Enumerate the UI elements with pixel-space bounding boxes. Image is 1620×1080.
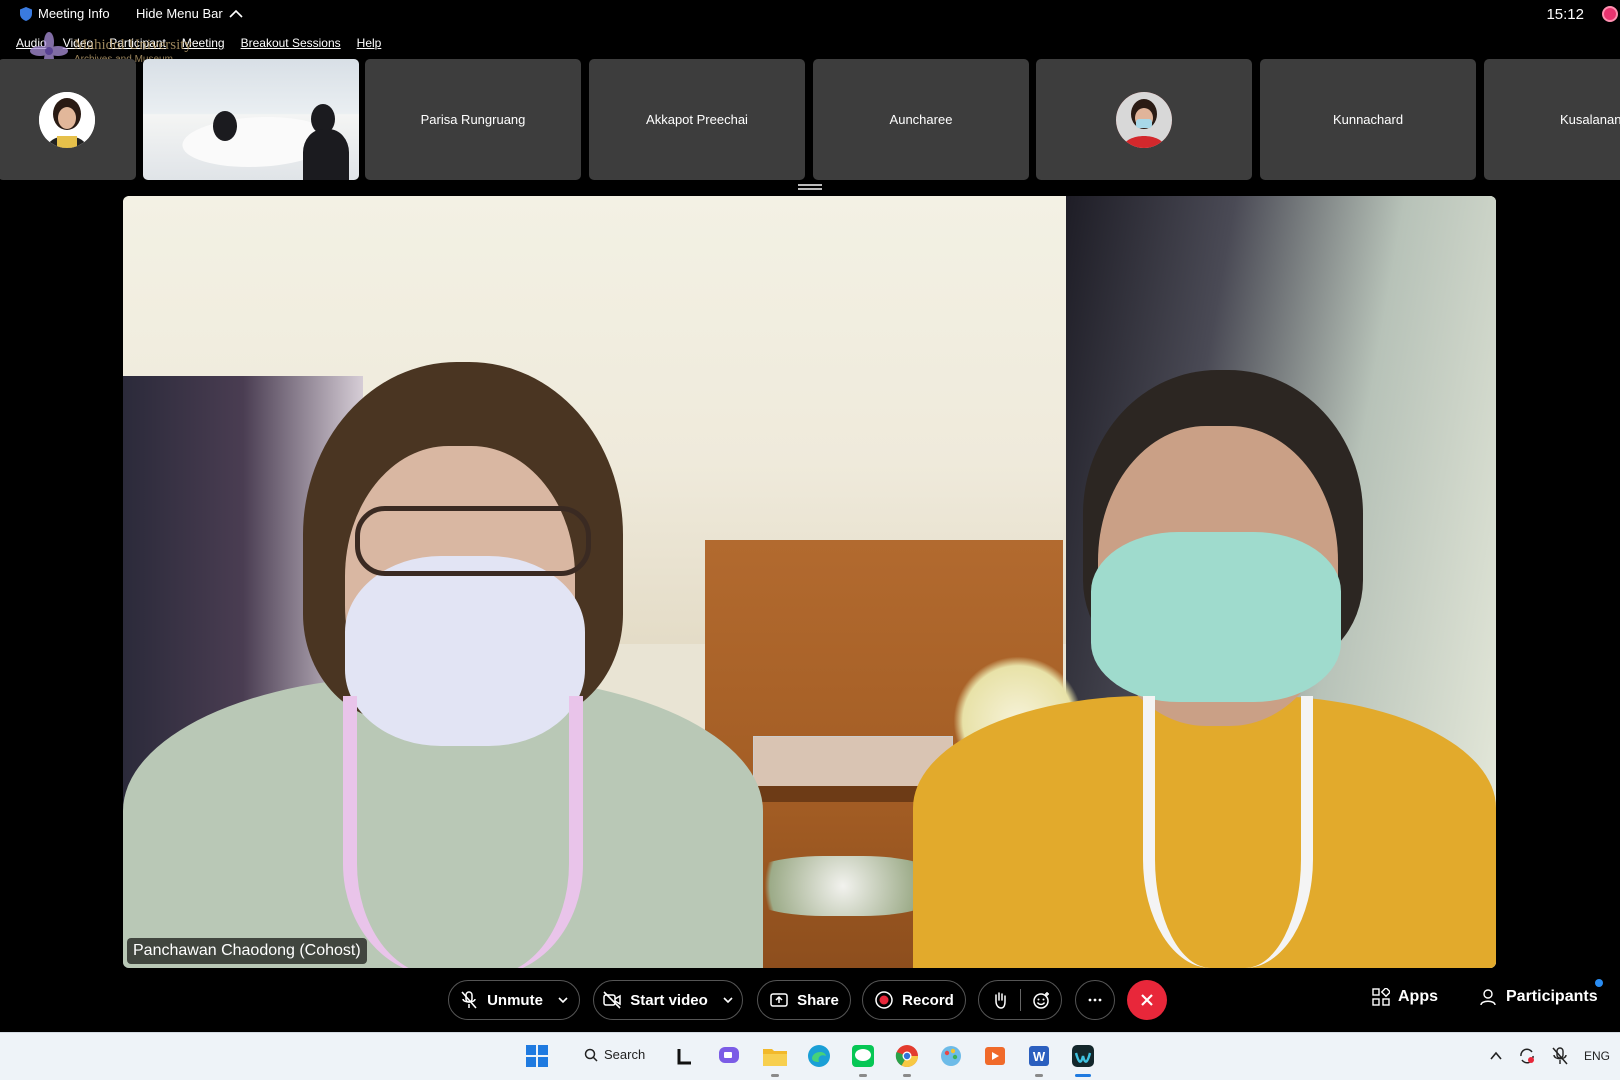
edge-browser-icon[interactable] bbox=[804, 1041, 834, 1071]
unmute-button[interactable]: Unmute bbox=[448, 980, 580, 1020]
participant-name: Auncharee bbox=[889, 112, 953, 127]
shield-icon bbox=[20, 6, 32, 21]
media-player-icon[interactable] bbox=[980, 1041, 1010, 1071]
apps-label: Apps bbox=[1398, 988, 1438, 1005]
top-bar: Meeting Info Hide Menu Bar 15:12 Audio V… bbox=[0, 0, 1620, 70]
participant-strip: Parisa Rungruang Akkapot Preechai Auncha… bbox=[0, 59, 1620, 181]
word-app-icon[interactable]: W bbox=[1024, 1041, 1054, 1077]
windows-taskbar: Search W ENG bbox=[0, 1032, 1620, 1080]
toolbar-divider bbox=[1019, 989, 1021, 1011]
share-screen-icon bbox=[770, 993, 788, 1007]
participant-tile[interactable]: Parisa Rungruang bbox=[365, 59, 581, 180]
apps-grid-icon bbox=[1372, 988, 1390, 1006]
avatar bbox=[1116, 91, 1172, 148]
chevron-down-icon[interactable] bbox=[722, 994, 734, 1006]
record-label: Record bbox=[902, 991, 954, 1009]
room-video-thumbnail bbox=[143, 59, 359, 180]
task-view-icon[interactable] bbox=[670, 1041, 700, 1071]
start-video-label: Start video bbox=[630, 991, 708, 1009]
line-app-icon[interactable] bbox=[848, 1041, 878, 1077]
hide-menu-bar-button[interactable]: Hide Menu Bar bbox=[136, 6, 243, 21]
share-label: Share bbox=[797, 991, 839, 1009]
sync-icon[interactable] bbox=[1518, 1047, 1536, 1065]
participant-tile-self[interactable] bbox=[0, 59, 136, 180]
notification-dot bbox=[1595, 979, 1603, 987]
chevron-down-icon[interactable] bbox=[557, 994, 569, 1006]
unmute-label: Unmute bbox=[487, 991, 543, 1009]
svg-text:W: W bbox=[1033, 1049, 1046, 1064]
watermark-title: Mahidol University bbox=[74, 37, 192, 54]
paint-app-icon[interactable] bbox=[936, 1041, 966, 1071]
participant-name: Kunnachard bbox=[1332, 112, 1404, 127]
participant-tile[interactable]: Akkapot Preechai bbox=[589, 59, 805, 180]
microphone-muted-icon[interactable] bbox=[1552, 1047, 1568, 1065]
recording-indicator-icon bbox=[1602, 6, 1618, 22]
webex-app-icon[interactable] bbox=[1068, 1041, 1098, 1077]
emoji-reaction-icon[interactable] bbox=[1031, 990, 1051, 1010]
participant-tile[interactable]: Kusalanan bbox=[1484, 59, 1620, 180]
close-icon bbox=[1141, 994, 1153, 1006]
apps-button[interactable]: Apps bbox=[1372, 988, 1438, 1006]
raise-hand-icon[interactable] bbox=[990, 990, 1010, 1010]
chevron-up-icon bbox=[229, 9, 243, 18]
camera-off-icon bbox=[603, 991, 621, 1009]
start-menu-icon[interactable] bbox=[522, 1041, 552, 1071]
person-icon bbox=[1480, 989, 1496, 1006]
participant-name: Parisa Rungruang bbox=[420, 112, 526, 127]
more-options-button[interactable] bbox=[1075, 980, 1115, 1020]
participant-tile-room[interactable] bbox=[143, 59, 359, 180]
participant-tile[interactable]: Kunnachard bbox=[1260, 59, 1476, 180]
meeting-info-button[interactable]: Meeting Info bbox=[20, 6, 110, 21]
share-button[interactable]: Share bbox=[757, 980, 851, 1020]
chrome-browser-icon[interactable] bbox=[892, 1041, 922, 1077]
chat-app-icon[interactable] bbox=[714, 1041, 744, 1071]
ellipsis-icon bbox=[1088, 998, 1102, 1002]
chevron-up-icon[interactable] bbox=[1490, 1051, 1502, 1061]
participants-label: Participants bbox=[1506, 988, 1598, 1005]
hide-menu-bar-label: Hide Menu Bar bbox=[136, 6, 223, 21]
main-video: Panchawan Chaodong (Cohost) bbox=[123, 196, 1496, 968]
meeting-toolbar: Unmute Start video Share Record Apps Par… bbox=[0, 980, 1620, 1030]
end-meeting-button[interactable] bbox=[1127, 980, 1167, 1020]
file-explorer-icon[interactable] bbox=[760, 1041, 790, 1077]
clock: 15:12 bbox=[1546, 6, 1584, 23]
resize-handle[interactable] bbox=[798, 184, 822, 190]
menu-breakout-sessions[interactable]: Breakout Sessions bbox=[241, 36, 341, 50]
participant-name: Kusalanan bbox=[1560, 112, 1620, 127]
search-icon bbox=[584, 1048, 598, 1062]
record-button[interactable]: Record bbox=[862, 980, 966, 1020]
reactions-group bbox=[978, 980, 1062, 1020]
start-video-button[interactable]: Start video bbox=[593, 980, 743, 1020]
avatar bbox=[39, 91, 95, 148]
meeting-info-label: Meeting Info bbox=[38, 6, 110, 21]
taskbar-search[interactable]: Search bbox=[584, 1047, 645, 1062]
participant-tile-avatar[interactable] bbox=[1036, 59, 1252, 180]
speaker-name-label: Panchawan Chaodong (Cohost) bbox=[127, 938, 367, 964]
participants-button[interactable]: Participants bbox=[1480, 988, 1598, 1006]
system-tray: ENG bbox=[1490, 1047, 1610, 1065]
participant-tile[interactable]: Auncharee bbox=[813, 59, 1029, 180]
language-indicator[interactable]: ENG bbox=[1584, 1049, 1610, 1063]
taskbar-search-label: Search bbox=[604, 1047, 646, 1062]
participant-name: Akkapot Preechai bbox=[646, 112, 748, 127]
microphone-muted-icon bbox=[461, 991, 477, 1009]
menu-help[interactable]: Help bbox=[357, 36, 382, 50]
record-icon bbox=[875, 991, 893, 1009]
